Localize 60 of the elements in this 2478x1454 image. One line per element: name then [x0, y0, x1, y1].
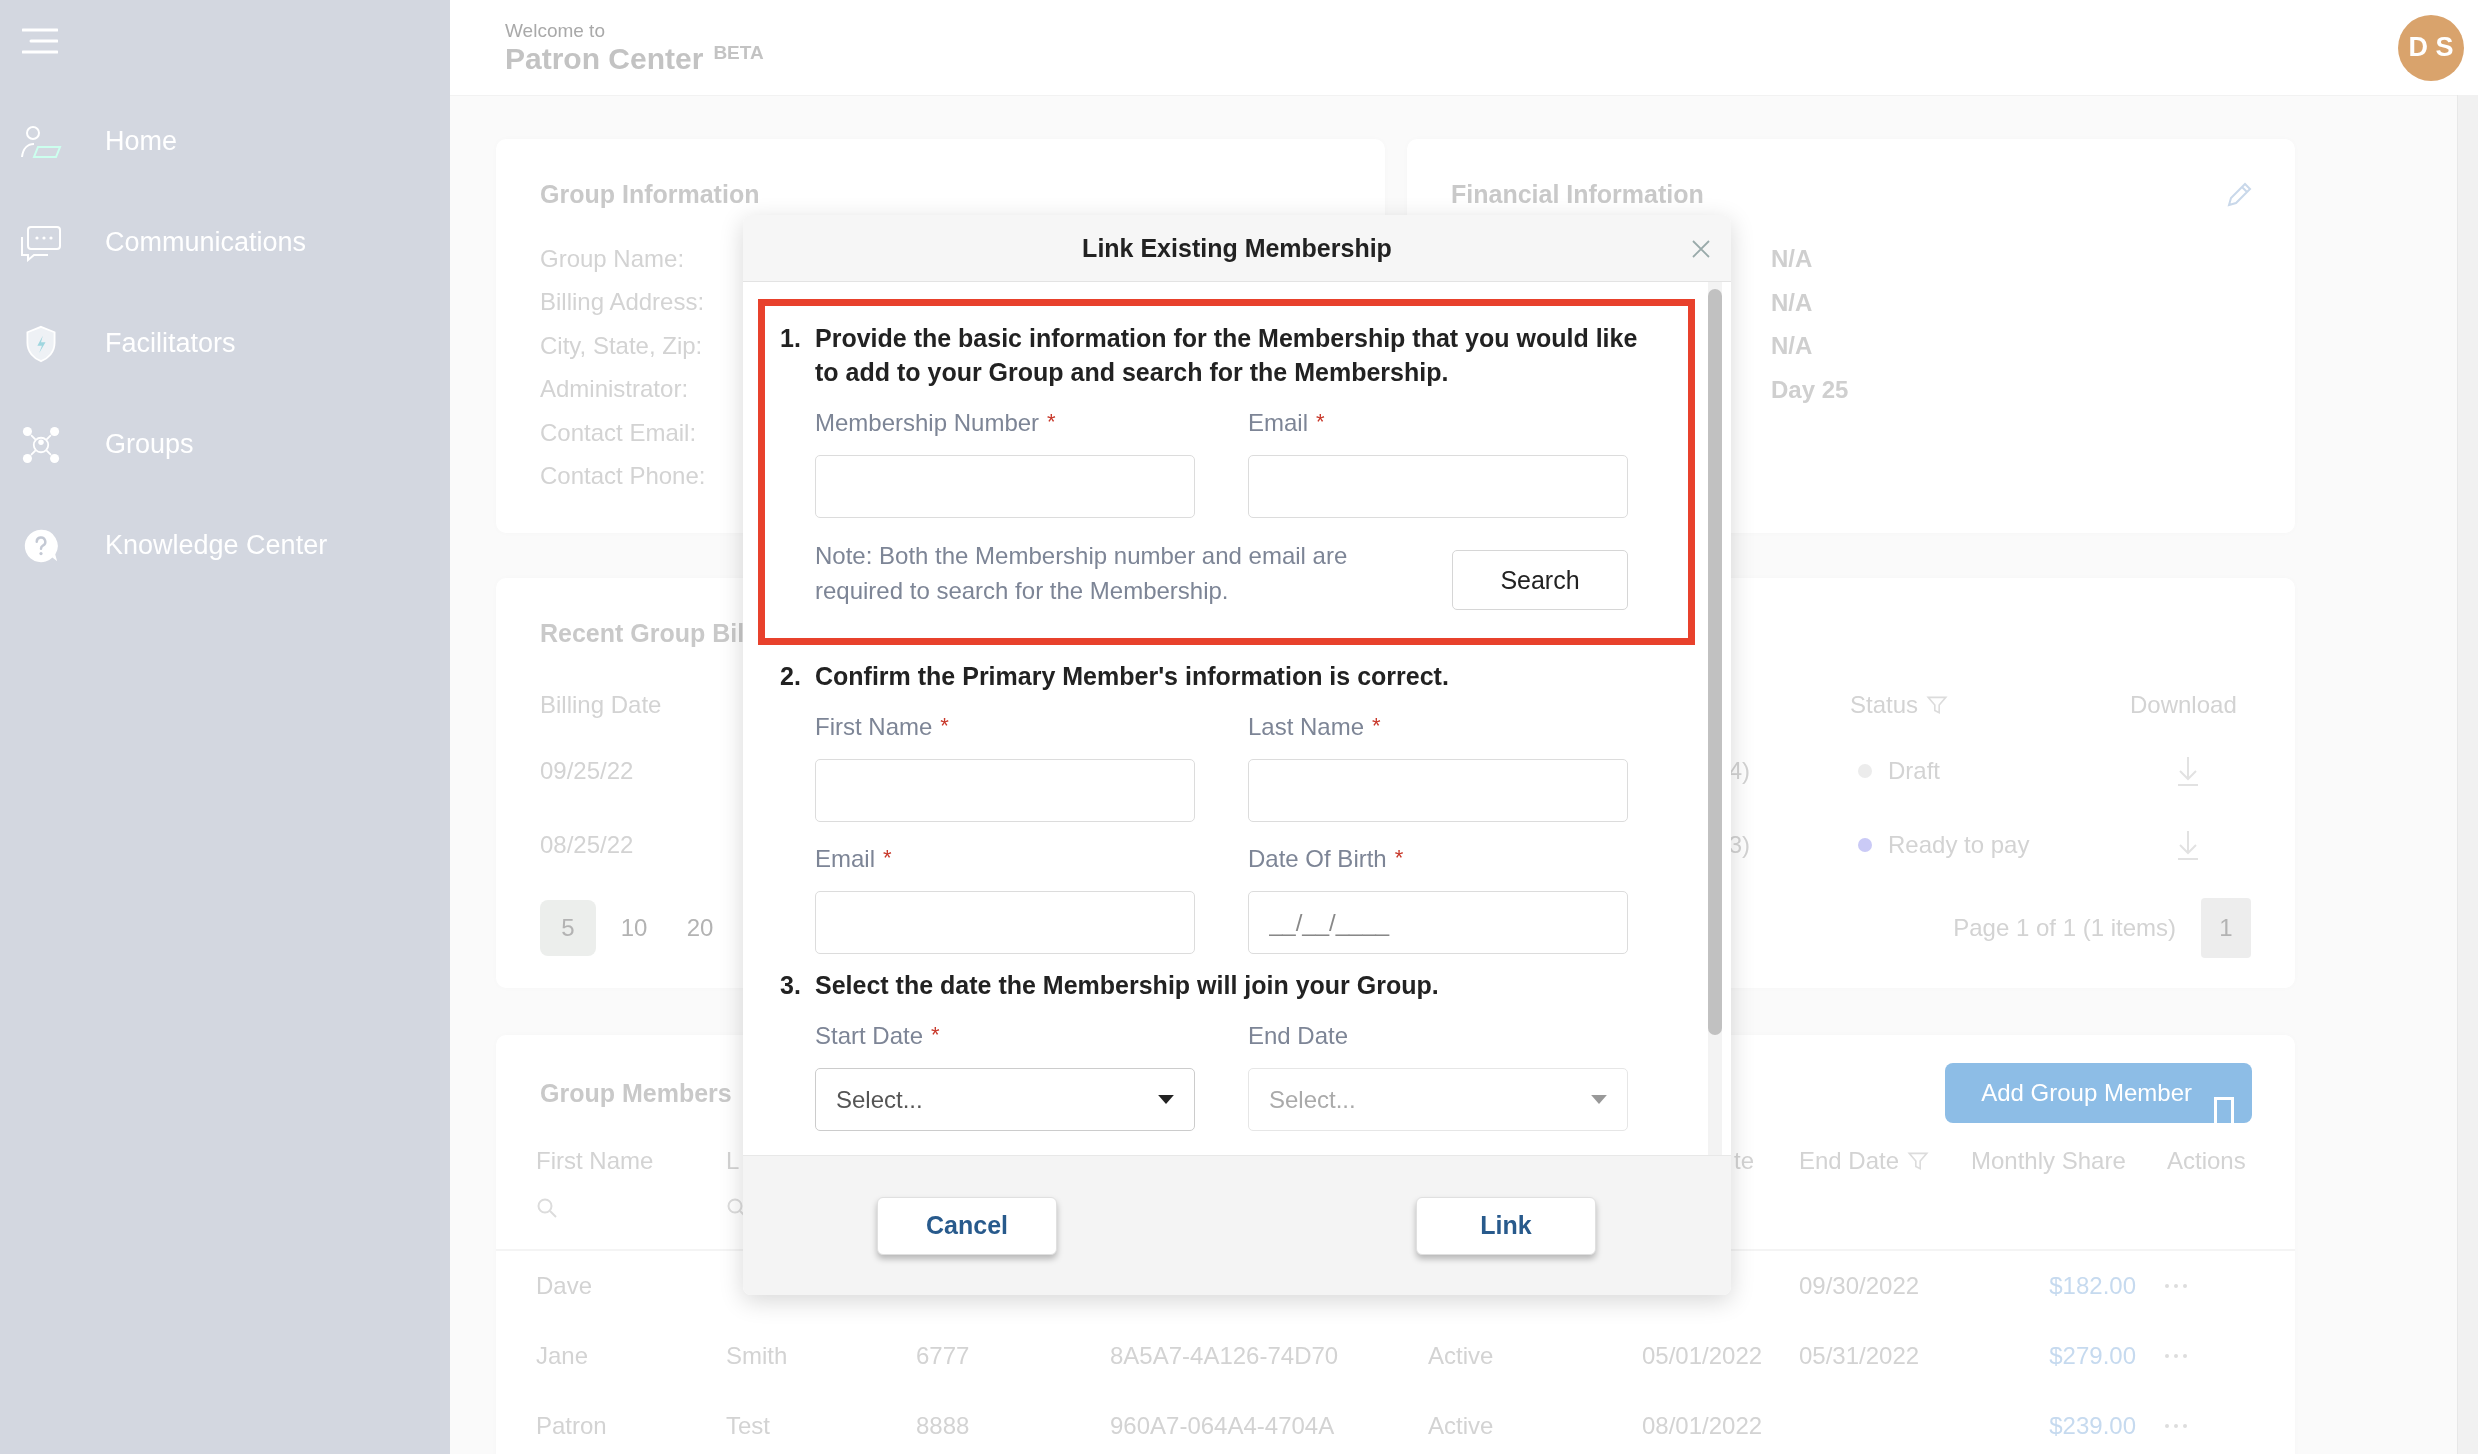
page-number[interactable]: 1	[2201, 898, 2251, 958]
step-heading: Select the date the Membership will join your Group.	[815, 970, 1440, 1001]
field-label: Date Of Birth	[1248, 845, 1387, 873]
search-icon[interactable]	[536, 1197, 558, 1219]
group-network-icon	[20, 425, 62, 464]
field-label: Start Date	[815, 1022, 924, 1050]
step-heading: Confirm the Primary Member's information is correct.	[815, 661, 1450, 692]
more-icon[interactable]	[2164, 1353, 2188, 1359]
add-group-member-button[interactable]: Add Group Member	[1945, 1063, 2252, 1123]
step-number: 3.	[780, 970, 802, 1001]
search-button[interactable]: Search	[1452, 550, 1628, 610]
cancel-button[interactable]: Cancel	[877, 1196, 1057, 1255]
required-mark: *	[883, 845, 892, 872]
required-mark: *	[931, 1022, 940, 1049]
input-field[interactable]	[815, 891, 1195, 954]
input-field[interactable]	[815, 759, 1195, 822]
link-button[interactable]: Link	[1416, 1196, 1596, 1255]
required-mark: *	[1372, 713, 1381, 740]
beta-label: BETA	[713, 41, 764, 64]
input-field[interactable]	[1248, 455, 1628, 518]
step-heading: Provide the basic information for the Membership that you would like to add to your Group and search for the Membership.	[815, 323, 1639, 388]
download-icon[interactable]	[2176, 754, 2200, 788]
table-cell: $182.00	[2049, 1272, 2136, 1299]
field-label: First Name	[815, 713, 933, 741]
required-mark: *	[1394, 845, 1404, 872]
caret-icon	[1158, 1095, 1174, 1104]
required-mark: *	[1047, 409, 1056, 436]
table-cell: $279.00	[2049, 1342, 2136, 1369]
step-number: 2.	[780, 661, 802, 692]
menu-icon[interactable]	[22, 28, 58, 54]
caret-icon	[1591, 1095, 1607, 1104]
welcome-text: Welcome to	[505, 19, 606, 42]
field-label: Email	[815, 845, 875, 873]
user-avatar[interactable]: D S	[2398, 14, 2464, 81]
page-size-option[interactable]: 5	[540, 900, 596, 956]
field-label: Membership Number	[815, 409, 1040, 437]
download-icon[interactable]	[2176, 828, 2200, 862]
dialog-title: Link Existing Membership	[1082, 233, 1392, 263]
filter-icon[interactable]	[1907, 1150, 1930, 1172]
page-size-option[interactable]: 10	[606, 900, 662, 956]
table-cell: $239.00	[2049, 1412, 2136, 1439]
required-mark: *	[940, 713, 949, 740]
close-icon[interactable]	[1691, 239, 1711, 259]
step-number: 1.	[780, 323, 802, 354]
select-field[interactable]: Select...	[815, 1068, 1195, 1131]
input-field[interactable]: __/__/____	[1248, 891, 1628, 954]
more-icon[interactable]	[2164, 1423, 2188, 1429]
input-field[interactable]	[815, 455, 1195, 518]
app-title: Patron Center	[505, 41, 704, 76]
input-field[interactable]	[1248, 759, 1628, 822]
field-label: End Date	[1248, 1022, 1349, 1050]
more-icon[interactable]	[2164, 1283, 2188, 1289]
chat-bubbles-icon	[20, 223, 62, 262]
page-size-option[interactable]: 20	[672, 900, 728, 956]
field-label: Last Name	[1248, 713, 1365, 741]
required-mark: *	[1316, 409, 1325, 436]
scrollbar[interactable]	[1708, 282, 1722, 1155]
filter-icon[interactable]	[1926, 694, 1949, 716]
field-label: Email	[1248, 409, 1308, 437]
note-text: Note: Both the Membership number and email are required to search for the Membership.	[815, 541, 1349, 606]
